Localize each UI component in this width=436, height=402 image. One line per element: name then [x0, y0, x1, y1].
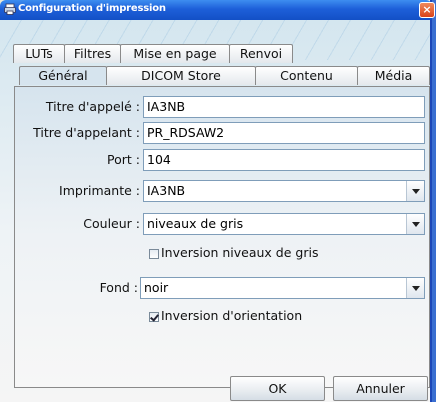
- invert-orientation-label[interactable]: Inversion d'orientation: [161, 308, 302, 323]
- color-select[interactable]: niveaux de gris: [143, 213, 425, 235]
- tab-filtres[interactable]: Filtres: [64, 44, 121, 63]
- background-select-value: noir: [144, 280, 169, 295]
- ok-button[interactable]: OK: [230, 376, 325, 401]
- tab-general[interactable]: Général: [19, 66, 107, 85]
- color-select-value: niveaux de gris: [147, 216, 244, 231]
- chevron-down-icon[interactable]: [406, 214, 424, 234]
- print-config-dialog: Configuration d'impression × LUTs Filtre…: [0, 0, 435, 402]
- calling-title-label: Titre d'appelant :: [33, 125, 140, 140]
- tab-dicom-store[interactable]: DICOM Store: [106, 66, 256, 85]
- cancel-button[interactable]: Annuler: [333, 376, 428, 401]
- dialog-content: LUTs Filtres Mise en page Renvoi Général…: [0, 20, 430, 402]
- color-label: Couleur :: [83, 216, 140, 231]
- invert-orientation-checkbox[interactable]: [149, 312, 159, 322]
- printer-icon: [4, 3, 16, 15]
- invert-gray-label[interactable]: Inversion niveaux de gris: [161, 245, 318, 260]
- background-select[interactable]: noir: [140, 277, 425, 299]
- called-title-label: Titre d'appelé :: [45, 99, 140, 114]
- calling-title-field[interactable]: PR_RDSAW2: [143, 122, 425, 144]
- chevron-down-icon[interactable]: [406, 181, 424, 201]
- tab-contenu[interactable]: Contenu: [255, 66, 358, 85]
- close-icon: ×: [422, 3, 432, 16]
- invert-gray-checkbox[interactable]: [149, 249, 159, 259]
- chevron-down-icon[interactable]: [406, 278, 424, 298]
- printer-label: Imprimante :: [59, 183, 140, 198]
- tab-renvoi[interactable]: Renvoi: [229, 44, 293, 63]
- called-title-field[interactable]: IA3NB: [143, 96, 425, 118]
- port-field[interactable]: 104: [143, 149, 425, 171]
- printer-select[interactable]: IA3NB: [143, 180, 425, 202]
- tab-media[interactable]: Média: [357, 66, 430, 85]
- printer-select-value: IA3NB: [147, 183, 186, 198]
- tab-luts[interactable]: LUTs: [13, 44, 65, 63]
- port-label: Port :: [107, 152, 140, 167]
- tab-mise-en-page[interactable]: Mise en page: [120, 44, 230, 63]
- background-label: Fond :: [99, 280, 138, 295]
- window-title: Configuration d'impression: [18, 3, 166, 14]
- title-bar[interactable]: Configuration d'impression: [0, 0, 432, 20]
- close-button[interactable]: ×: [419, 2, 435, 18]
